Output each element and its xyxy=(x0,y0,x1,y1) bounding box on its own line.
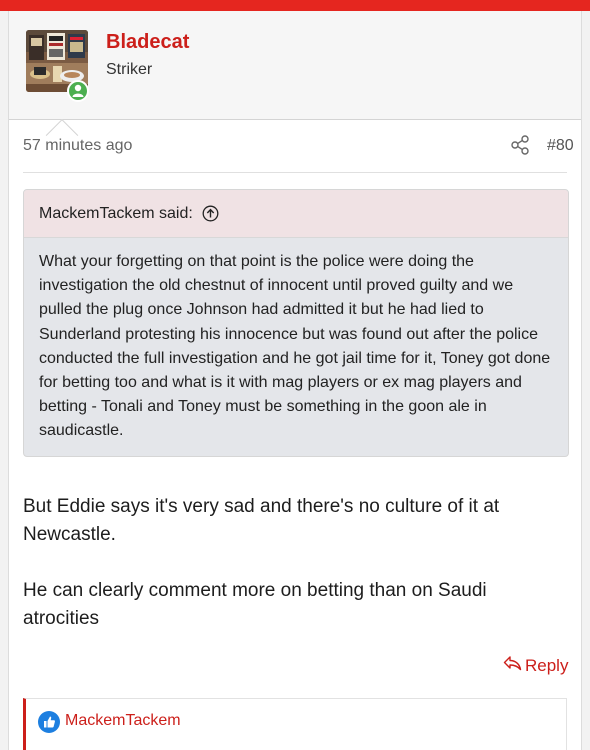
reply-button[interactable]: Reply xyxy=(503,655,568,676)
post-meta: 57 minutes ago #80 xyxy=(9,120,581,172)
divider xyxy=(23,172,567,173)
message-paragraph-2: He can clearly comment more on betting t… xyxy=(23,580,487,629)
top-accent-bar xyxy=(0,0,590,11)
arrow-up-circle-icon[interactable] xyxy=(202,205,219,222)
message-paragraph-1: But Eddie says it's very sad and there's… xyxy=(23,496,500,545)
user-title: Striker xyxy=(106,61,153,78)
reactor-name[interactable]: MackemTackem xyxy=(65,712,181,730)
reply-icon xyxy=(503,655,522,676)
post-number-link[interactable]: #80 xyxy=(547,137,574,155)
quote-author[interactable]: MackemTackem said: xyxy=(39,205,193,223)
reaction-bar: MackemTackem xyxy=(23,698,567,750)
share-icon[interactable] xyxy=(509,134,531,156)
username[interactable]: Bladecat xyxy=(106,31,189,54)
online-status-icon xyxy=(67,80,89,102)
quote-header[interactable]: MackemTackem said: xyxy=(24,190,568,238)
reply-label: Reply xyxy=(525,655,569,675)
quote-text: What your forgetting on that point is th… xyxy=(39,253,551,440)
like-icon xyxy=(38,711,60,733)
quote-block: MackemTackem said: What your forgetting … xyxy=(23,189,569,457)
user-header xyxy=(9,11,581,152)
right-frame xyxy=(581,11,590,750)
post-time[interactable]: 57 minutes ago xyxy=(23,137,132,155)
left-frame xyxy=(0,11,9,750)
